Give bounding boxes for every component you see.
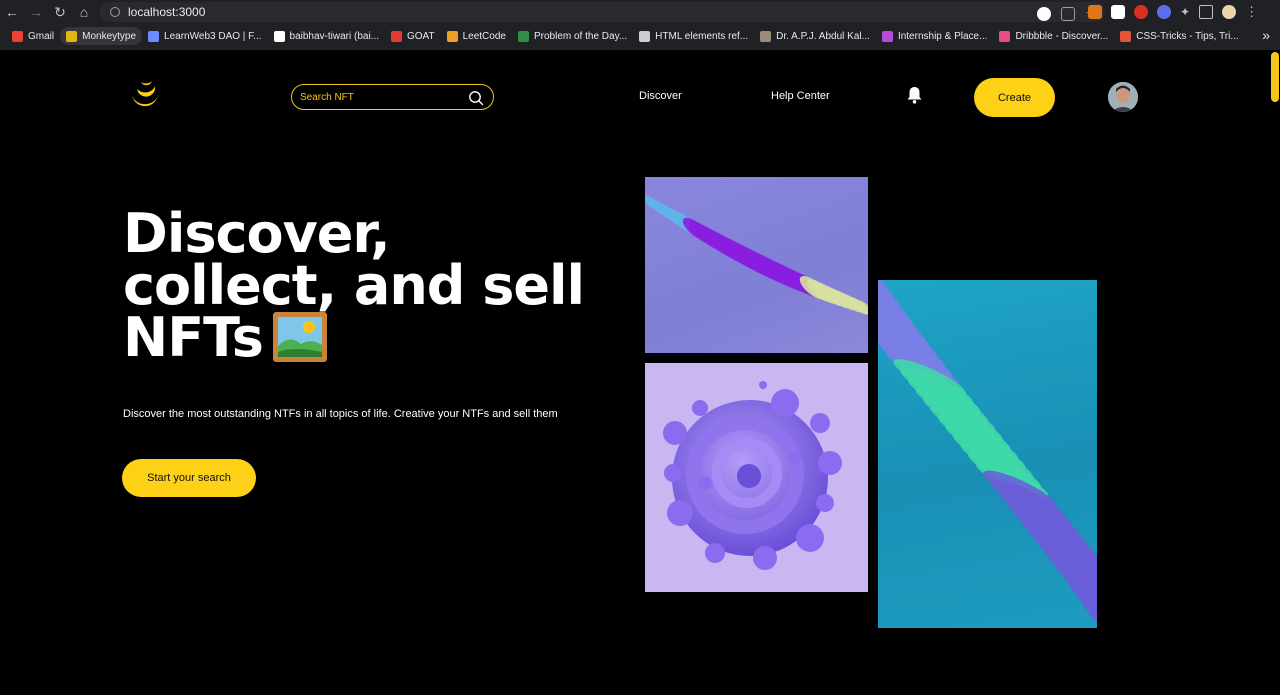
hero-title-line-1: Discover, xyxy=(123,202,391,265)
share-icon[interactable] xyxy=(1061,7,1076,21)
extensions-area: ✦ ⋮ xyxy=(1088,4,1258,20)
bookmark-label: Dr. A.P.J. Abdul Kal... xyxy=(776,30,870,42)
bookmark-label: Internship & Place... xyxy=(897,30,988,42)
bookmarks-overflow-button[interactable]: » xyxy=(1262,27,1270,43)
browser-chrome: ← → ↻ ⌂ localhost:3000 ☆ ✦ ⋮ Gmail Monkey… xyxy=(0,0,1280,50)
avatar-image xyxy=(1108,82,1138,112)
bookmark-item[interactable]: Gmail xyxy=(6,27,60,45)
bookmark-favicon-icon xyxy=(1120,30,1132,42)
search-icon[interactable] xyxy=(468,90,484,106)
start-search-button[interactable]: Start your search xyxy=(122,459,256,497)
hero-title-line-3: NFTs xyxy=(123,306,264,369)
bookmark-favicon-icon xyxy=(66,30,78,42)
bookmark-item[interactable]: HTML elements ref... xyxy=(633,27,754,45)
nft-artwork-2[interactable] xyxy=(645,363,868,592)
bookmark-favicon-icon xyxy=(760,30,772,42)
bookmark-item[interactable]: Problem of the Day... xyxy=(512,27,633,45)
hero-subtitle: Discover the most outstanding NTFs in al… xyxy=(123,408,558,420)
bookmark-label: Gmail xyxy=(28,30,55,42)
nft-artwork-1-image xyxy=(645,193,868,317)
nav-discover[interactable]: Discover xyxy=(639,90,682,102)
hero-title-line-3-wrap: NFTs xyxy=(123,311,583,365)
nft-artwork-2-image xyxy=(663,381,842,570)
bookmark-item[interactable]: baibhav-tiwari (bai... xyxy=(268,27,385,45)
side-panel-icon[interactable] xyxy=(1199,5,1214,19)
bookmark-label: Dribbble - Discover... xyxy=(1015,30,1109,42)
bookmark-label: Monkeytype xyxy=(82,30,137,42)
nav-help-center[interactable]: Help Center xyxy=(771,90,830,102)
bookmarks-bar: Gmail Monkeytype LearnWeb3 DAO | F... baibh… xyxy=(0,27,1245,45)
bookmark-label: Problem of the Day... xyxy=(533,30,628,42)
bookmark-item[interactable]: Internship & Place... xyxy=(876,27,994,45)
puzzle-icon[interactable]: ✦ xyxy=(1180,5,1190,19)
info-icon[interactable] xyxy=(110,7,120,17)
bookmark-favicon-icon xyxy=(391,30,402,42)
google-lens-icon[interactable] xyxy=(1037,7,1052,21)
nft-artwork-1[interactable] xyxy=(645,177,868,353)
bookmark-item[interactable]: CSS-Tricks - Tips, Tri... xyxy=(1114,27,1244,45)
nft-artwork-3-image xyxy=(878,280,1097,628)
bookmark-item[interactable]: Dr. A.P.J. Abdul Kal... xyxy=(754,27,876,45)
bookmark-favicon-icon xyxy=(273,30,285,42)
avatar[interactable] xyxy=(1108,82,1138,112)
extension-icon-l[interactable] xyxy=(1111,5,1125,19)
bookmark-favicon-icon xyxy=(999,30,1011,42)
hero-title-line-2: collect, and sell xyxy=(123,254,585,317)
bookmark-label: baibhav-tiwari (bai... xyxy=(289,30,379,42)
metamask-icon[interactable] xyxy=(1088,5,1102,19)
bookmark-favicon-icon xyxy=(446,30,458,42)
bookmark-favicon-icon xyxy=(517,30,529,42)
logo[interactable] xyxy=(128,76,162,110)
back-button[interactable]: ← xyxy=(0,0,24,24)
extension-icon-red[interactable] xyxy=(1134,5,1148,19)
bookmark-item[interactable]: LeetCode xyxy=(441,27,512,45)
framed-picture-icon xyxy=(272,312,327,362)
bookmark-item[interactable]: Monkeytype xyxy=(60,27,143,45)
nft-artwork-3[interactable] xyxy=(878,280,1097,628)
forward-button[interactable]: → xyxy=(24,0,48,24)
bookmark-label: GOAT xyxy=(407,30,435,42)
bookmark-item[interactable]: GOAT xyxy=(385,27,441,45)
extension-icon-blue[interactable] xyxy=(1157,5,1171,19)
bookmark-label: LearnWeb3 DAO | F... xyxy=(164,30,262,42)
bell-icon[interactable] xyxy=(906,86,923,104)
reload-button[interactable]: ↻ xyxy=(48,0,72,24)
scrollbar-thumb[interactable] xyxy=(1271,52,1279,102)
profile-avatar-icon[interactable] xyxy=(1222,5,1237,19)
bookmark-favicon-icon xyxy=(639,30,651,42)
bookmark-label: CSS-Tricks - Tips, Tri... xyxy=(1136,30,1239,42)
hero-title: Discover, collect, and sell NFTs xyxy=(123,202,585,365)
url-text: localhost:3000 xyxy=(128,5,206,19)
bookmark-label: HTML elements ref... xyxy=(655,30,749,42)
bookmark-item[interactable]: Dribbble - Discover... xyxy=(993,27,1114,45)
address-bar[interactable]: localhost:3000 ☆ xyxy=(100,2,1105,22)
bookmark-favicon-icon xyxy=(881,30,893,42)
bookmark-item[interactable]: LearnWeb3 DAO | F... xyxy=(142,27,267,45)
create-button[interactable]: Create xyxy=(974,78,1055,117)
search-input[interactable] xyxy=(300,91,460,103)
home-button[interactable]: ⌂ xyxy=(72,0,96,24)
bookmark-label: LeetCode xyxy=(462,30,506,42)
search-bar[interactable] xyxy=(291,84,494,110)
bookmark-favicon-icon xyxy=(12,30,23,42)
menu-kebab-icon[interactable]: ⋮ xyxy=(1245,4,1258,20)
bookmark-favicon-icon xyxy=(148,30,160,42)
page-viewport: Discover Help Center Create Discover, co… xyxy=(0,50,1280,695)
